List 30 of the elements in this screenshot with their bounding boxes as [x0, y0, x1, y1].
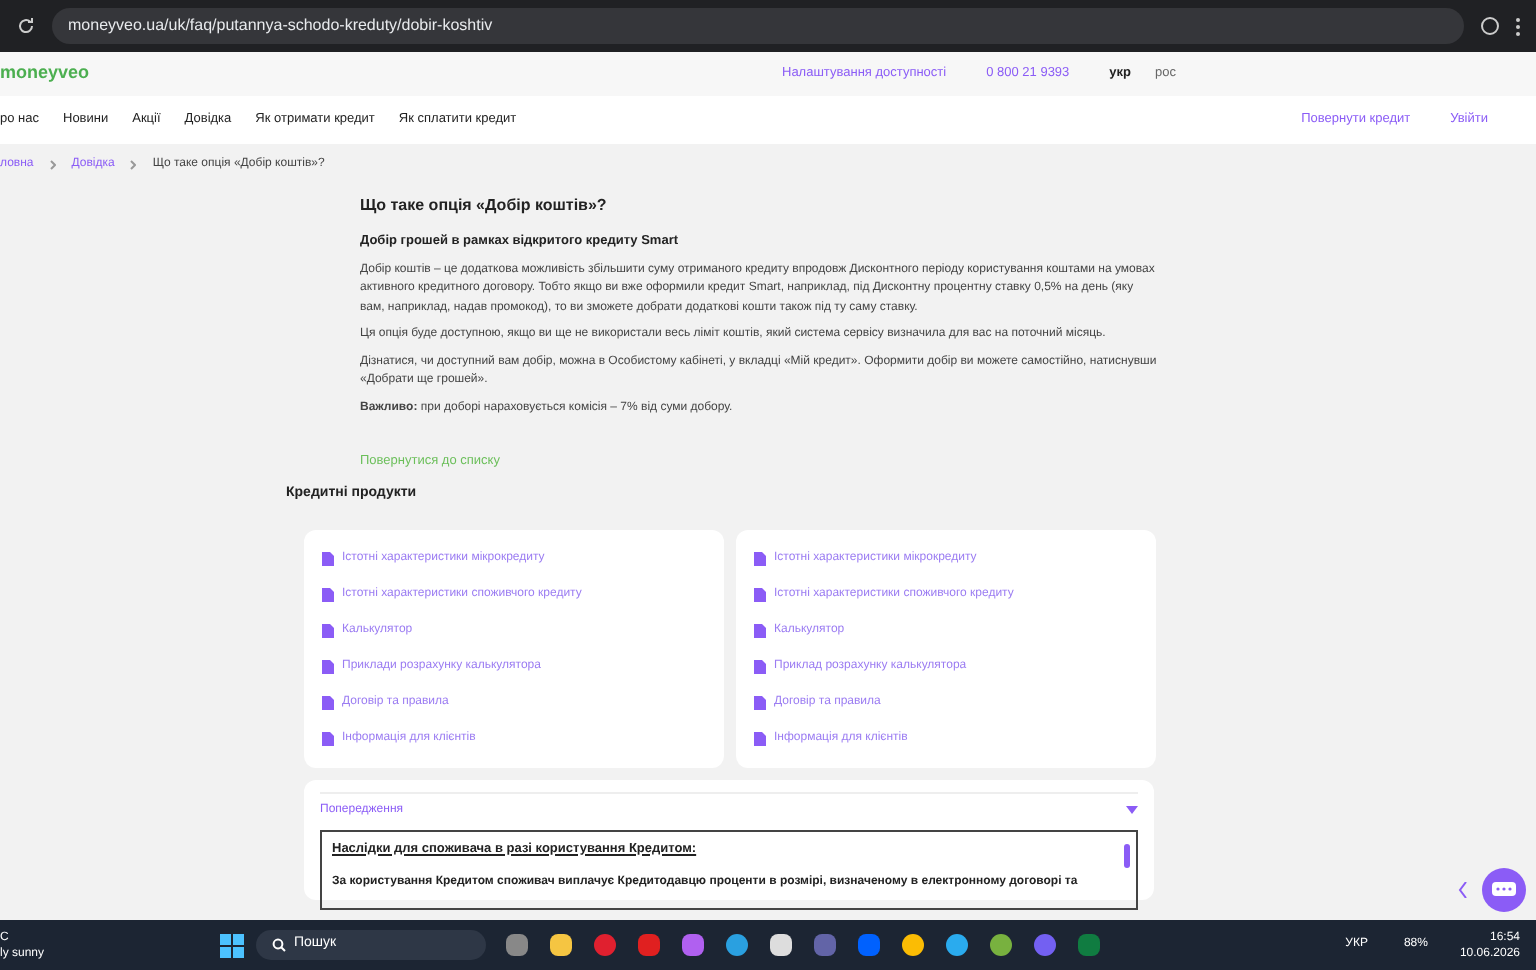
article-title: Що таке опція «Добір коштів»?: [360, 194, 609, 218]
caret-icon[interactable]: [1126, 806, 1138, 814]
document-icon: [322, 731, 334, 745]
chevron-left-icon[interactable]: [1458, 882, 1468, 898]
document-icon: [754, 695, 766, 709]
document-icon: [322, 551, 334, 565]
document-icon: [322, 695, 334, 709]
scrollbar-thumb[interactable]: [1124, 843, 1130, 867]
document-icon: [754, 659, 766, 673]
chat-button[interactable]: [1482, 868, 1526, 912]
document-icon: [322, 587, 334, 601]
document-icon: [754, 587, 766, 601]
document-icon: [754, 551, 766, 565]
taskbar-app-icon[interactable]: [990, 934, 1012, 956]
search-icon: [272, 938, 286, 952]
reload-icon[interactable]: [16, 16, 36, 36]
taskbar-app-icon[interactable]: [902, 934, 924, 956]
logo[interactable]: moneyveo: [0, 60, 90, 88]
document-icon: [322, 623, 334, 637]
document-icon: [754, 623, 766, 637]
chat-icon: [1492, 881, 1516, 899]
document-icon: [322, 659, 334, 673]
chevron-right-icon: [49, 159, 56, 169]
windows-start-icon[interactable]: [220, 933, 244, 957]
taskbar-app-icon[interactable]: [946, 934, 968, 956]
taskbar-app-icon[interactable]: [726, 934, 748, 956]
chevron-right-icon: [130, 159, 137, 169]
document-icon: [754, 731, 766, 745]
address-bar[interactable]: moneyveo.ua/uk/faq/putannya-schodo-kreduty/dobir-koshtiv: [52, 8, 1464, 44]
taskbar-app-icon[interactable]: [770, 934, 792, 956]
